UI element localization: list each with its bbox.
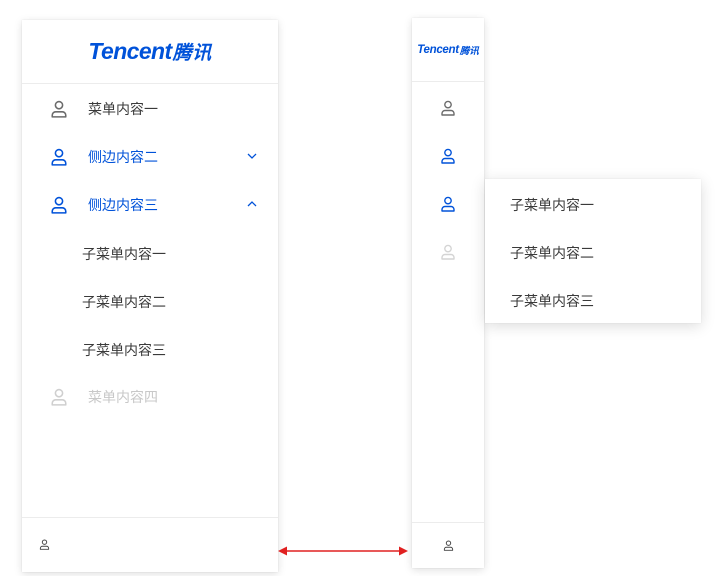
menu-item-3[interactable]: 侧边内容三: [22, 181, 278, 229]
user-icon: [440, 244, 456, 260]
user-icon: [50, 196, 68, 214]
chevron-up-icon: [247, 201, 257, 207]
submenu-item-3[interactable]: 子菜单内容三: [22, 325, 278, 373]
user-icon: [50, 100, 68, 118]
popup-item-label: 子菜单内容三: [510, 293, 594, 309]
submenu-item-label: 子菜单内容一: [82, 246, 166, 262]
menu-item-label: 菜单内容一: [88, 101, 158, 117]
menu-footer: [412, 522, 484, 568]
collapsed-menu-item-2[interactable]: [412, 133, 484, 181]
collapsed-side-menu: Tencent 腾讯: [412, 18, 484, 568]
submenu-item-label: 子菜单内容三: [82, 342, 166, 358]
collapsed-menu-item-3[interactable]: [412, 181, 484, 229]
logo-text-en: Tencent: [417, 43, 459, 56]
logo-text-en: Tencent: [88, 38, 172, 64]
menu-item-label: 侧边内容三: [88, 197, 158, 213]
menu-footer: [22, 517, 278, 572]
tencent-logo[interactable]: Tencent 腾讯: [22, 20, 278, 84]
popup-item-label: 子菜单内容二: [510, 245, 594, 261]
tencent-logo[interactable]: Tencent 腾讯: [412, 18, 484, 82]
user-icon: [50, 388, 68, 406]
user-icon: [440, 100, 456, 116]
chevron-down-icon: [247, 153, 257, 159]
menu-item-label: 菜单内容四: [88, 389, 158, 405]
submenu-item-label: 子菜单内容二: [82, 294, 166, 310]
screen: Tencent 腾讯 菜单内容一 侧边内容二 侧边内容三 子菜单内容一 子菜单内…: [0, 0, 722, 576]
user-icon[interactable]: [443, 540, 454, 551]
submenu-item-1[interactable]: 子菜单内容一: [22, 229, 278, 277]
submenu-item-2[interactable]: 子菜单内容二: [22, 277, 278, 325]
menu-item-4-disabled: 菜单内容四: [22, 373, 278, 421]
user-icon[interactable]: [39, 539, 50, 550]
popup-item-1[interactable]: 子菜单内容一: [485, 179, 701, 227]
popup-item-2[interactable]: 子菜单内容二: [485, 227, 701, 275]
user-icon: [50, 148, 68, 166]
double-arrow-icon: [278, 546, 408, 556]
collapsed-submenu-popup: 子菜单内容一 子菜单内容二 子菜单内容三: [485, 179, 701, 323]
menu-item-1[interactable]: 菜单内容一: [22, 85, 278, 133]
logo-text-cn: 腾讯: [172, 43, 212, 64]
menu-item-label: 侧边内容二: [88, 149, 158, 165]
menu-item-2[interactable]: 侧边内容二: [22, 133, 278, 181]
logo-text-cn: 腾讯: [459, 45, 479, 57]
user-icon: [440, 148, 456, 164]
popup-item-3[interactable]: 子菜单内容三: [485, 275, 701, 323]
collapsed-menu-item-4-disabled: [412, 229, 484, 277]
expanded-side-menu: Tencent 腾讯 菜单内容一 侧边内容二 侧边内容三 子菜单内容一 子菜单内…: [22, 20, 278, 572]
collapsed-menu-item-1[interactable]: [412, 85, 484, 133]
popup-item-label: 子菜单内容一: [510, 197, 594, 213]
user-icon: [440, 196, 456, 212]
